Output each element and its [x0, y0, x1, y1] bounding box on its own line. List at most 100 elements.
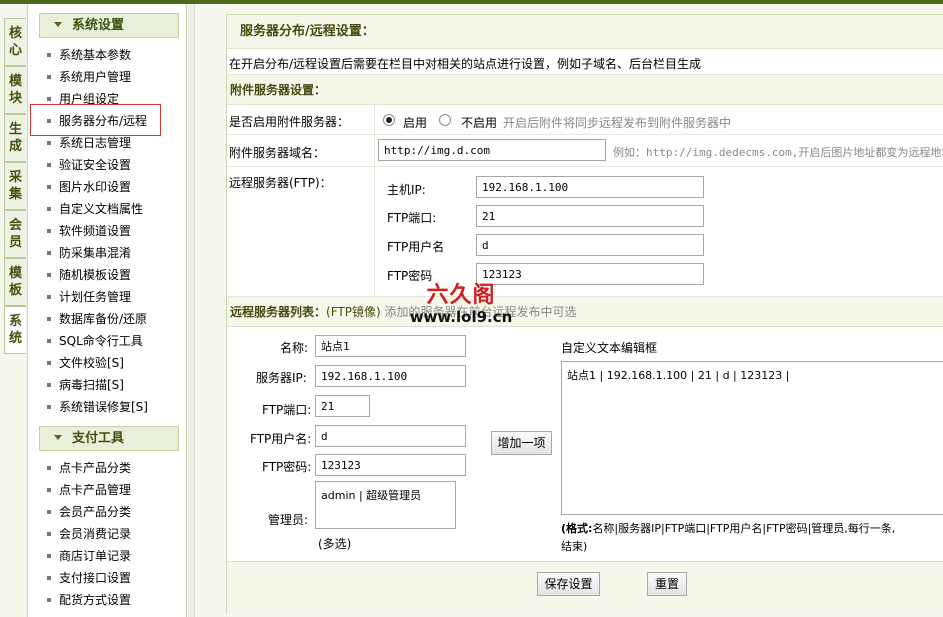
menu-item[interactable]: 随机模板设置	[47, 264, 131, 286]
menu-item-label: 会员产品分类	[59, 505, 132, 519]
reset-button[interactable]: 重置	[647, 572, 687, 596]
list-section-header: 远程服务器列表：(FTP镜像) 添加的服务器在前台远程发布中可选	[227, 297, 943, 327]
tab-member[interactable]: 会员	[4, 210, 26, 258]
enable-off-radio[interactable]	[439, 114, 451, 126]
menu-item-label: 软件频道设置	[59, 224, 132, 238]
menu-item-label: 病毒扫描[S]	[59, 378, 124, 392]
bullet-icon	[47, 531, 51, 536]
bullet-icon	[47, 316, 51, 321]
ftp-row: 远程服务器(FTP)： 主机IP: FTP端口: FTP用户名 FTP密码	[227, 167, 943, 297]
menu-item-label: 系统日志管理	[59, 136, 132, 150]
menu-item[interactable]: SQL命令行工具	[47, 330, 143, 352]
bullet-icon	[47, 465, 51, 470]
admin-option[interactable]: admin | 超级管理员	[321, 489, 421, 502]
menu-item[interactable]: 防采集串混淆	[47, 242, 131, 264]
watermark-url: www.lol9.cn	[409, 308, 513, 326]
intro-text: 在开启分布/远程设置后需要在栏目中对相关的站点进行设置，例如子域名、后台栏目生成	[229, 57, 702, 71]
menu-item[interactable]: 会员产品分类	[47, 501, 131, 523]
menu-item[interactable]: 软件频道设置	[47, 220, 131, 242]
menu-item[interactable]: 点卡产品管理	[47, 479, 131, 501]
menu-item-label: 自定义文档属性	[59, 202, 144, 216]
sidebar-splitter[interactable]	[187, 4, 195, 617]
menu-item-label: 防采集串混淆	[59, 246, 132, 260]
bullet-icon	[47, 184, 51, 189]
menu-item-label: 会员消费记录	[59, 527, 132, 541]
domain-hint: 例如：http://img.dedecms.com,开启后图片地址都变为远程地址	[613, 146, 943, 159]
menu-item[interactable]: 病毒扫描[S]	[47, 374, 124, 396]
enable-on-label: 启用	[403, 116, 428, 130]
pwd-label: FTP密码:	[262, 460, 312, 474]
ftp-user-label: FTP用户名	[387, 240, 445, 254]
menu-item-label: 系统用户管理	[59, 70, 132, 84]
bullet-icon	[47, 74, 51, 79]
bullet-icon	[47, 553, 51, 558]
tab-module[interactable]: 模块	[4, 66, 26, 114]
bullet-icon	[47, 162, 51, 167]
admin-multiselect[interactable]: admin | 超级管理员	[315, 481, 456, 529]
menu-item[interactable]: 商店订单记录	[47, 545, 131, 567]
tab-system[interactable]: 系统	[4, 306, 26, 354]
bullet-icon	[47, 206, 51, 211]
tab-template[interactable]: 模板	[4, 258, 26, 306]
menu-item-label: 图片水印设置	[59, 180, 132, 194]
bullet-icon	[47, 250, 51, 255]
tab-generate[interactable]: 生成	[4, 114, 26, 162]
user-label: FTP用户名:	[250, 432, 312, 446]
add-item-button[interactable]: 增加一项	[491, 431, 552, 455]
menu-item[interactable]: 文件校验[S]	[47, 352, 124, 374]
menu-item[interactable]: 系统基本参数	[47, 44, 131, 66]
menu-item-label: 配货方式设置	[59, 593, 132, 607]
page-title: 服务器分布/远程设置：	[227, 15, 943, 49]
attach-section-title: 附件服务器设置：	[227, 75, 943, 105]
ftp-pwd-input[interactable]	[476, 263, 704, 285]
bullet-icon	[47, 360, 51, 365]
menu-item[interactable]: 配货方式设置	[47, 589, 131, 611]
enable-hint: 开启后附件将同步远程发布到附件服务器中	[503, 116, 732, 130]
menu-item-label: 商店订单记录	[59, 549, 132, 563]
menu-item[interactable]: 会员消费记录	[47, 523, 131, 545]
user-input[interactable]	[315, 425, 466, 447]
custom-text-editor[interactable]: 站点1 | 192.168.1.100 | 21 | d | 123123 |	[561, 361, 943, 515]
ftp-user-input[interactable]	[476, 234, 704, 256]
format-note-bold: (格式:	[561, 522, 593, 535]
name-input[interactable]	[315, 335, 466, 357]
menu-item[interactable]: 数据库备份/还原	[47, 308, 147, 330]
enable-on-radio[interactable]	[383, 114, 395, 126]
bullet-icon	[47, 382, 51, 387]
format-note: (格式:名称|服务器IP|FTP端口|FTP用户名|FTP密码|管理员,每行一条…	[561, 520, 943, 556]
menu-group-system-settings[interactable]: 系统设置	[39, 13, 179, 38]
domain-input[interactable]	[378, 139, 606, 161]
menu-item[interactable]: 点卡产品分类	[47, 457, 131, 479]
server-ip-input[interactable]	[315, 365, 466, 387]
bullet-icon	[47, 338, 51, 343]
tab-core[interactable]: 核心	[4, 18, 26, 66]
port-input[interactable]	[315, 395, 370, 417]
bullet-icon	[47, 597, 51, 602]
menu-item[interactable]: 图片水印设置	[47, 176, 131, 198]
custom-text-content: 站点1 | 192.168.1.100 | 21 | d | 123123 |	[567, 369, 790, 382]
menu-item[interactable]: 系统错误修复[S]	[47, 396, 148, 418]
ftp-label: 远程服务器(FTP)：	[229, 176, 332, 190]
watermark-logo: 六久阁 www.lol9.cn	[406, 283, 516, 329]
port-label: FTP端口:	[262, 403, 312, 417]
menu-item-label: 验证安全设置	[59, 158, 132, 172]
chevron-down-icon	[54, 435, 62, 440]
vertical-tab-bar: 核心 模块 生成 采集 会员 模板 系统	[0, 4, 28, 617]
selection-highlight-box	[30, 104, 161, 136]
menu-group-payment-tools[interactable]: 支付工具	[39, 426, 179, 451]
save-button[interactable]: 保存设置	[537, 572, 600, 596]
pwd-input[interactable]	[315, 454, 466, 476]
list-section-title: 远程服务器列表：	[230, 305, 327, 319]
menu-item[interactable]: 支付接口设置	[47, 567, 131, 589]
menu-item[interactable]: 验证安全设置	[47, 154, 131, 176]
ftp-port-input[interactable]	[476, 205, 704, 227]
format-note-text: 名称|服务器IP|FTP端口|FTP用户名|FTP密码|管理员,每行一条,	[592, 522, 896, 535]
list-mirror-label: (FTP镜像)	[326, 305, 381, 319]
menu-item[interactable]: 系统用户管理	[47, 66, 131, 88]
menu-item-label: 计划任务管理	[59, 290, 132, 304]
tab-collect[interactable]: 采集	[4, 162, 26, 210]
ftp-host-input[interactable]	[476, 176, 704, 198]
menu-item[interactable]: 自定义文档属性	[47, 198, 143, 220]
sidebar-menu: 系统设置 系统基本参数 系统用户管理 用户组设定 服务器分布/远程 系统日志管理…	[28, 4, 187, 617]
menu-item[interactable]: 计划任务管理	[47, 286, 131, 308]
